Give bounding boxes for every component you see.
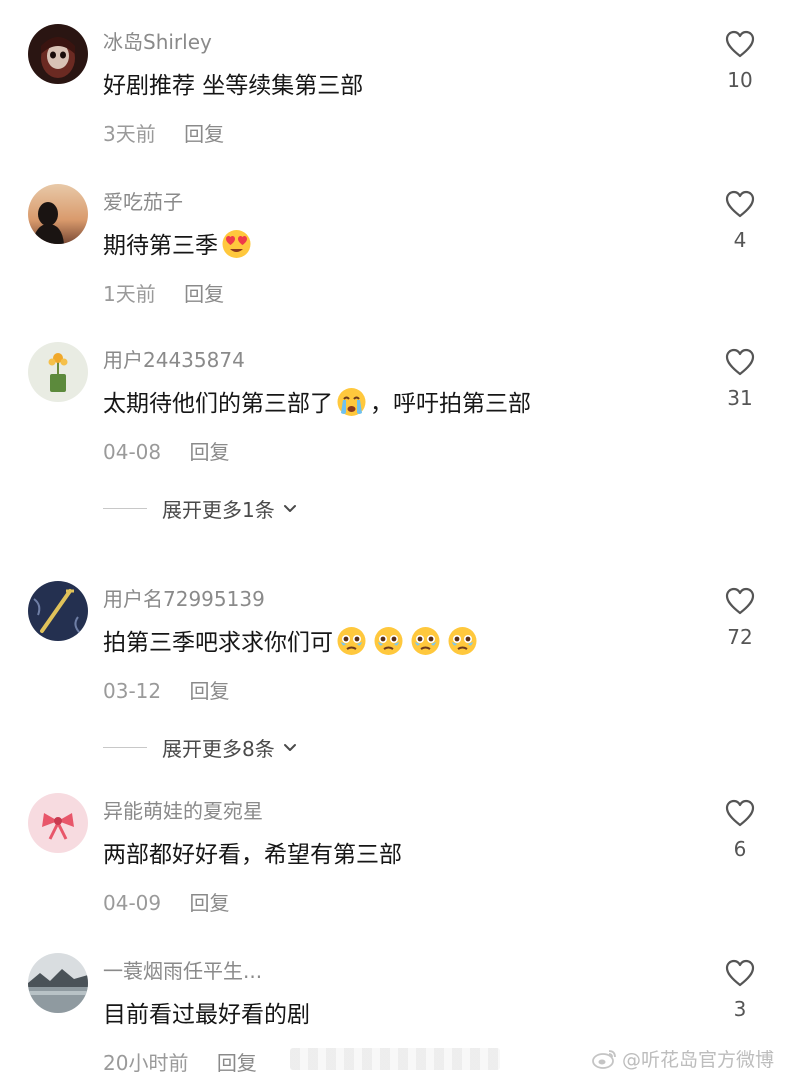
comment-list: 冰岛Shirley 好剧推荐 坐等续集第三部 3天前 回复 10 爱吃茄子 期待… <box>0 0 788 1080</box>
like-group: 6 <box>718 793 762 861</box>
heart-icon[interactable] <box>725 190 755 218</box>
reply-button[interactable]: 回复 <box>184 122 224 146</box>
like-count: 6 <box>733 837 747 861</box>
like-count: 4 <box>733 228 747 252</box>
username[interactable]: 异能萌娃的夏宛星 <box>103 795 263 824</box>
avatar[interactable] <box>28 581 88 641</box>
comment-text-content: 拍第三季吧求求你们可 <box>103 630 333 656</box>
comment-meta: 3天前 回复 <box>103 118 224 147</box>
comment-time: 20小时前 <box>103 1051 189 1075</box>
like-count: 10 <box>727 68 753 92</box>
like-group: 4 <box>718 184 762 252</box>
comment-time: 04-08 <box>103 440 162 464</box>
username[interactable]: 一蓑烟雨任平生... <box>103 955 262 984</box>
reply-button[interactable]: 回复 <box>189 679 229 703</box>
comment-meta: 04-09 回复 <box>103 887 229 916</box>
comment-time: 03-12 <box>103 679 162 703</box>
expand-replies-label: 展开更多1条 <box>162 498 275 522</box>
comment-meta: 1天前 回复 <box>103 278 224 307</box>
comment-meta: 03-12 回复 <box>103 675 229 704</box>
reply-button[interactable]: 回复 <box>217 1051 257 1075</box>
avatar[interactable] <box>28 793 88 853</box>
heart-icon[interactable] <box>725 348 755 376</box>
weibo-logo-icon <box>592 1049 616 1069</box>
comment-text-content: 期待第三季 <box>103 233 218 259</box>
pleading-tears-emoji-icon <box>446 624 479 657</box>
pleading-tears-emoji-icon <box>409 624 442 657</box>
avatar[interactable] <box>28 953 88 1013</box>
comment-meta: 04-08 回复 <box>103 436 229 465</box>
expand-replies-button[interactable]: 展开更多1条 <box>103 494 297 523</box>
comment-text: 太期待他们的第三部了 ，呼吁拍第三部 <box>103 384 531 418</box>
comment-text: 好剧推荐 坐等续集第三部 <box>103 66 363 100</box>
like-group: 31 <box>718 342 762 410</box>
username[interactable]: 冰岛Shirley <box>103 26 212 55</box>
comment-text-content: 两部都好好看，希望有第三部 <box>103 842 402 868</box>
comment-text: 两部都好好看，希望有第三部 <box>103 835 402 869</box>
comment-text-content: 目前看过最好看的剧 <box>103 1002 310 1028</box>
like-count: 3 <box>733 997 747 1021</box>
comment-text: 目前看过最好看的剧 <box>103 995 310 1029</box>
comment-time: 04-09 <box>103 891 162 915</box>
avatar[interactable] <box>28 342 88 402</box>
comment-text: 拍第三季吧求求你们可 <box>103 623 481 657</box>
pleading-tears-emoji-icon <box>372 624 405 657</box>
heart-eyes-emoji-icon <box>220 227 253 260</box>
like-group: 72 <box>718 581 762 649</box>
heart-icon[interactable] <box>725 959 755 987</box>
reply-button[interactable]: 回复 <box>189 440 229 464</box>
reply-button[interactable]: 回复 <box>189 891 229 915</box>
comment-meta: 20小时前 回复 <box>103 1047 257 1076</box>
watermark-text: @听花岛官方微博 <box>621 1049 774 1071</box>
like-group: 3 <box>718 953 762 1021</box>
username[interactable]: 用户24435874 <box>103 344 245 373</box>
watermark: @听花岛官方微博 <box>592 1045 774 1072</box>
like-count: 31 <box>727 386 753 410</box>
divider <box>103 508 147 509</box>
chevron-down-icon <box>283 743 296 751</box>
blurred-content <box>290 1048 500 1070</box>
like-group: 10 <box>718 24 762 92</box>
comment-text-tail: ，呼吁拍第三部 <box>370 391 531 417</box>
chevron-down-icon <box>283 504 296 512</box>
crying-emoji-icon <box>335 385 368 418</box>
expand-replies-label: 展开更多8条 <box>162 737 275 761</box>
heart-icon[interactable] <box>725 799 755 827</box>
comment-text-content: 好剧推荐 坐等续集第三部 <box>103 73 364 99</box>
avatar[interactable] <box>28 184 88 244</box>
comment-text-content: 太期待他们的第三部了 <box>103 391 333 417</box>
heart-icon[interactable] <box>725 30 755 58</box>
like-count: 72 <box>727 625 753 649</box>
comment-text: 期待第三季 <box>103 226 255 260</box>
avatar[interactable] <box>28 24 88 84</box>
expand-replies-button[interactable]: 展开更多8条 <box>103 733 297 762</box>
username[interactable]: 爱吃茄子 <box>103 186 183 215</box>
pleading-tears-emoji-icon <box>335 624 368 657</box>
divider <box>103 747 147 748</box>
heart-icon[interactable] <box>725 587 755 615</box>
username[interactable]: 用户名72995139 <box>103 583 265 612</box>
reply-button[interactable]: 回复 <box>184 282 224 306</box>
comment-time: 3天前 <box>103 122 156 146</box>
comment-time: 1天前 <box>103 282 156 306</box>
